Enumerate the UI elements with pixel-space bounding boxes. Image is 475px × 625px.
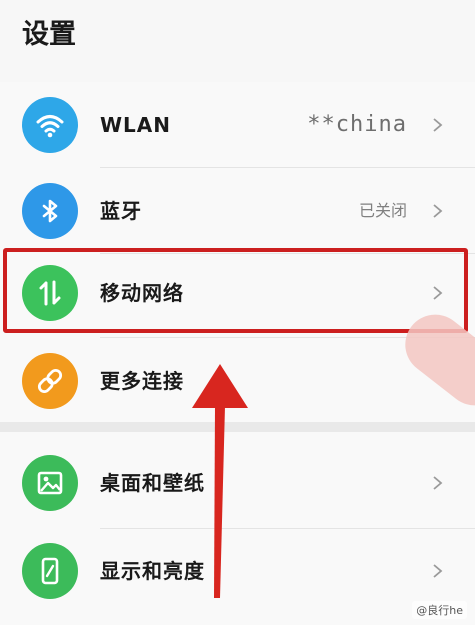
- highlight-box: [3, 248, 468, 333]
- settings-item-label: 蓝牙: [100, 199, 142, 223]
- chevron-right-icon: [433, 118, 443, 132]
- chevron-right-icon: [433, 476, 443, 490]
- bluetooth-icon: [22, 183, 78, 239]
- link-icon: [22, 353, 78, 409]
- wallpaper-icon: [22, 455, 78, 511]
- display-icon: [22, 543, 78, 599]
- settings-item-wlan[interactable]: WLAN **china: [0, 82, 475, 168]
- wlan-network-name: **china: [307, 112, 407, 137]
- page-title: 设置: [22, 19, 76, 50]
- watermark: @良行he: [412, 601, 467, 619]
- header: 设置: [0, 0, 475, 82]
- settings-item-bluetooth[interactable]: 蓝牙 已关闭: [0, 168, 475, 254]
- arrow-up-icon: [192, 364, 248, 598]
- chevron-right-icon: [433, 204, 443, 218]
- settings-item-label: WLAN: [100, 113, 172, 137]
- bluetooth-status: 已关闭: [358, 201, 407, 220]
- settings-item-label: 更多连接: [100, 369, 184, 393]
- chevron-right-icon: [433, 564, 443, 578]
- wifi-icon: [22, 97, 78, 153]
